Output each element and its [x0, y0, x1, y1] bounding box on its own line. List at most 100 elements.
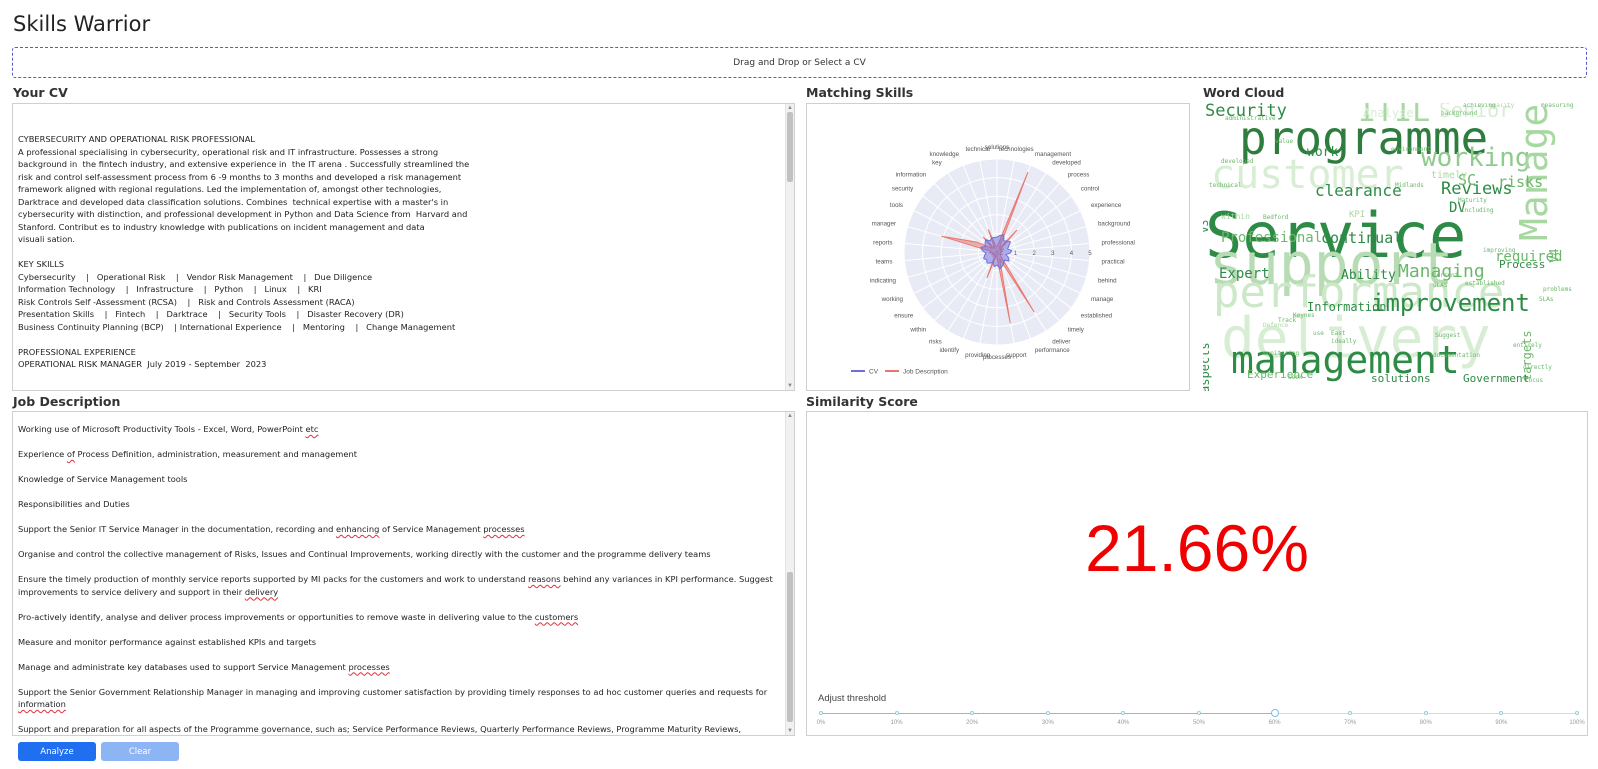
word-cloud-word: timely: [1431, 170, 1468, 181]
cv-line: framework aligned with regional regulati…: [18, 184, 442, 194]
similarity-score-label: Similarity Score: [806, 394, 918, 409]
scroll-down-icon[interactable]: ▼: [786, 727, 794, 735]
cv-line: risk and control self-assessment process…: [18, 171, 462, 182]
slider-tick[interactable]: [1045, 711, 1050, 715]
paragraph-text: Measure and monitor performance against …: [18, 636, 317, 647]
slider-tick[interactable]: [894, 711, 899, 715]
threshold-slider[interactable]: 0% 10% 20% 30% 40% 50% 60% 70% 80% 90% 100%: [817, 709, 1585, 733]
cv-upload-dropzone[interactable]: Drag and Drop or Select a CV: [12, 47, 1587, 78]
cv-line: [18, 121, 789, 134]
slider-tick[interactable]: [1423, 711, 1428, 715]
paragraph-text: Responsibilities and Duties: [18, 499, 130, 509]
job-description-paragraph: Measure and monitor performance against …: [18, 636, 778, 649]
slider-tick-label: 40%: [1117, 720, 1130, 726]
cv-scrollbar[interactable]: ▲ ▼: [785, 104, 794, 390]
misspelled-word: as;: [337, 724, 350, 734]
paragraph-text: Manage and administrate key databases us…: [18, 661, 349, 672]
job-description-paragraph: Support the Senior IT Service Manager in…: [18, 523, 778, 536]
slider-tick-label: 100%: [1569, 720, 1585, 726]
scroll-down-icon[interactable]: ▼: [786, 382, 794, 390]
cv-line: Presentation Skills | Fintech | Darktrac…: [18, 309, 404, 319]
word-cloud-word: problems: [1543, 286, 1572, 293]
paragraph-text: of Service Management: [379, 524, 484, 534]
job-description-textarea[interactable]: Working use of Microsoft Productivity To…: [12, 411, 795, 736]
matching-skills-label: Matching Skills: [806, 85, 914, 100]
word-cloud-word: improvement: [1371, 289, 1530, 317]
legend-job-label: Job Description: [903, 369, 948, 376]
slider-tick-label: 60%: [1268, 720, 1281, 726]
word-cloud-word: entirely: [1513, 342, 1542, 349]
radar-axis-label: control: [1081, 186, 1100, 193]
job-description-paragraph: Support the Senior Government Relationsh…: [18, 686, 778, 711]
job-description-paragraph: Pro-actively identify, analyse and deliv…: [18, 611, 778, 624]
jd-scroll-thumb[interactable]: [787, 572, 793, 722]
word-cloud-word: Defence: [1263, 322, 1289, 329]
word-cloud-word: Midlands: [1395, 182, 1424, 189]
slider-tick[interactable]: [970, 711, 975, 715]
misspelled-word: customers: [534, 611, 579, 622]
radar-axis-label: manage: [1091, 296, 1114, 303]
paragraph-text: Process Definition, administration, meas…: [74, 449, 357, 459]
slider-tick[interactable]: [1197, 711, 1201, 715]
slider-tick[interactable]: [1499, 711, 1504, 715]
radar-axis-label: timely: [1068, 327, 1085, 334]
word-cloud-word: Process: [1499, 258, 1546, 271]
cv-line: OPERATIONAL RISK MANAGER July 2019 - Sep…: [18, 359, 267, 369]
slider-tick[interactable]: [1348, 711, 1353, 715]
radar-axis-label: technical: [965, 146, 989, 153]
slider-tick-label: 90%: [1495, 720, 1508, 726]
scroll-up-icon[interactable]: ▲: [786, 412, 794, 420]
cv-line: PROFESSIONAL EXPERIENCE: [18, 346, 136, 357]
word-cloud-word: directly: [1523, 364, 1552, 371]
dropzone-text: Drag and Drop or Select a CV: [733, 57, 866, 68]
misspelled-word: reasons: [528, 574, 561, 584]
slider-tick-label: 0%: [816, 720, 826, 726]
radar-axis-label: key: [932, 160, 943, 167]
slider-handle[interactable]: [1270, 709, 1279, 717]
radar-axis-label: deliver: [1052, 338, 1070, 345]
cv-scroll-thumb[interactable]: [787, 112, 793, 182]
misspelled-word: processes: [483, 524, 525, 534]
paragraph-text: Support the Senior Government Relationsh…: [18, 686, 770, 697]
word-cloud-word: Ability: [1341, 268, 1396, 283]
paragraph-text: Ensure the timely production of monthly …: [18, 574, 529, 584]
slider-tick[interactable]: [1121, 711, 1126, 715]
paragraph-text: Support the Senior IT Service Manager in…: [18, 524, 336, 534]
slider-tick-label: 50%: [1192, 720, 1206, 726]
cv-line: CYBERSECURITY AND OPERATIONAL RISK PROFE…: [18, 134, 255, 144]
cv-section-label: Your CV: [13, 85, 68, 100]
threshold-label: Adjust threshold: [818, 693, 887, 704]
paragraph-text: Working use of Microsoft Productivity To…: [18, 424, 306, 434]
misspelled-word: etc: [305, 424, 319, 434]
slider-tick[interactable]: [819, 711, 823, 715]
job-description-paragraph: Responsibilities and Duties: [18, 498, 778, 511]
word-cloud-word: SLAs: [1539, 296, 1554, 303]
slider-tick[interactable]: [1575, 711, 1579, 715]
cv-line: visuali sation.: [18, 234, 76, 244]
radar-axis-label: experience: [1091, 202, 1122, 209]
word-cloud-word: Suggest: [1435, 332, 1461, 339]
cv-line: Information Technology | Infrastructure …: [18, 284, 322, 294]
word-cloud-word: aspects: [1203, 342, 1212, 391]
matching-skills-chart[interactable]: solutions technologies management developed…: [806, 103, 1190, 391]
scroll-up-icon[interactable]: ▲: [786, 104, 794, 112]
job-description-paragraph: Manage and administrate key databases us…: [18, 661, 778, 674]
radar-axis-label: performance: [1035, 347, 1070, 354]
radar-axis-label: information: [896, 171, 927, 178]
radar-axis-label: risks: [929, 338, 942, 345]
jd-scrollbar[interactable]: ▲ ▼: [785, 412, 794, 735]
cv-textarea[interactable]: CYBERSECURITY AND OPERATIONAL RISK PROFE…: [12, 103, 795, 391]
word-cloud-word: ideally: [1331, 338, 1357, 345]
word-cloud-word: East: [1331, 330, 1346, 337]
radar-axis-label: management: [1035, 151, 1071, 158]
clear-button[interactable]: Clear: [101, 742, 179, 761]
paragraph-text: Support and preparation for all aspects …: [18, 724, 338, 734]
similarity-panel: 21.66% Adjust threshold 0% 10% 20% 30% 40% 50…: [806, 411, 1588, 736]
radar-axis-label: ensure: [894, 312, 913, 319]
word-cloud-word: within: [1221, 212, 1250, 221]
radar-axis-label: established: [1081, 312, 1113, 319]
radar-radial-tick: 5: [1088, 251, 1092, 257]
radar-chart[interactable]: solutionstechnologiesmanagementdeveloped…: [807, 104, 1190, 391]
word-cloud-word: environment: [1391, 146, 1431, 153]
analyze-button[interactable]: Analyze: [18, 742, 96, 761]
